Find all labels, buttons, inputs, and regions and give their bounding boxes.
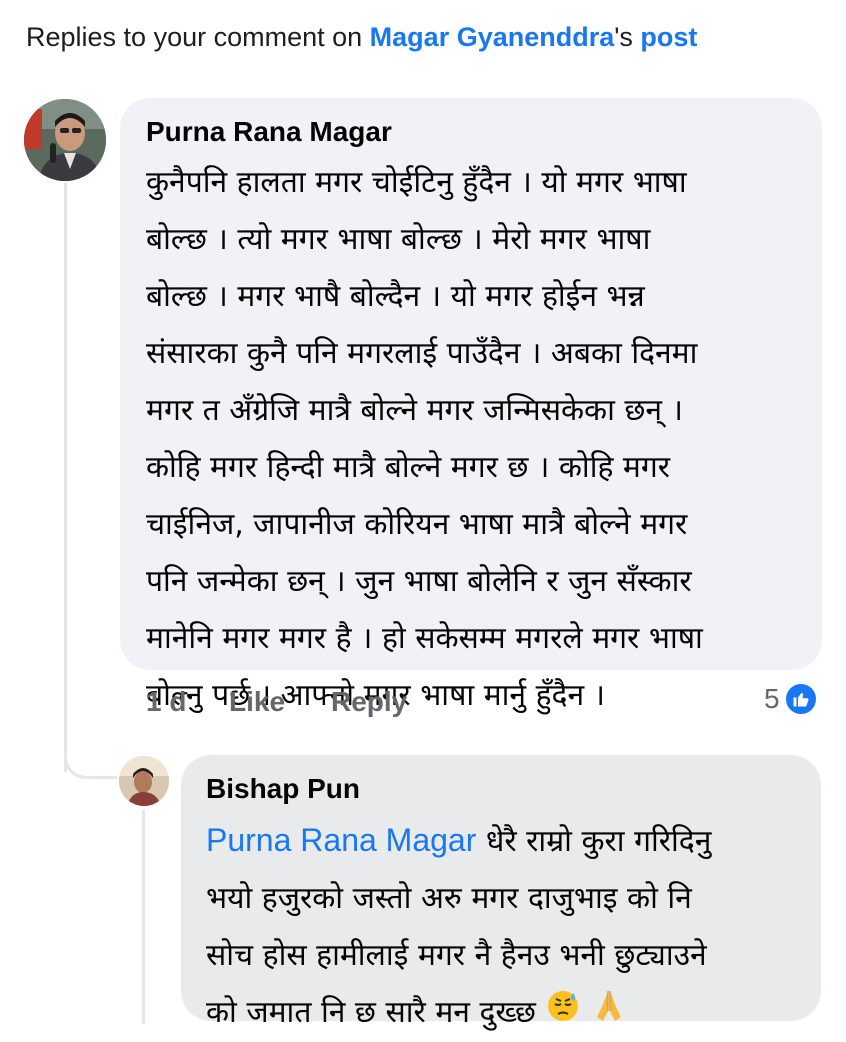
person-photo-icon <box>24 99 106 181</box>
header-possessive: 's <box>614 22 641 52</box>
thread-line <box>64 182 67 772</box>
reply-line: Purna Rana Magar धेरै राम्रो कुरा गरिदिन… <box>206 812 806 870</box>
comment-text: कुनैपनि हालता मगर चोईटिनु हुँदैन । यो मग… <box>146 154 806 724</box>
comment-line: कुनैपनि हालता मगर चोईटिनु हुँदैन । यो मग… <box>146 165 687 200</box>
folded-hands-icon <box>591 985 627 1042</box>
reply-line-text: को जमात नि छ सारै मन दुख्छ <box>206 995 536 1030</box>
comment-line: मगर त अँग्रेजि मात्रै बोल्ने मगर जन्मिसक… <box>146 393 683 428</box>
reply-line: को जमात नि छ सारै मन दुख्छ <box>206 984 806 1042</box>
comment-line: पनि जन्मेका छन् । जुन भाषा बोलेनि र जुन … <box>146 564 692 599</box>
comment-line: कोहि मगर हिन्दी मात्रै बोल्ने मगर छ । को… <box>146 450 671 485</box>
reply-button[interactable]: Reply <box>331 686 407 718</box>
mention-link[interactable]: Purna Rana Magar <box>206 822 476 858</box>
comment-line: बोल्छ । त्यो मगर भाषा बोल्छ । मेरो मगर भ… <box>146 222 651 257</box>
header-prefix: Replies to your comment on <box>26 22 370 52</box>
comment-line: संसारका कुनै पनि मगरलाई पाउँदैन । अबका द… <box>146 336 698 371</box>
reply-line-rest: धेरै राम्रो कुरा गरिदिनु <box>476 824 712 859</box>
person-photo-icon <box>119 756 169 806</box>
avatar[interactable] <box>24 99 106 181</box>
reaction-count: 5 <box>764 683 780 714</box>
comment-author[interactable]: Purna Rana Magar <box>146 116 392 148</box>
reply-author[interactable]: Bishap Pun <box>206 773 360 805</box>
like-button[interactable]: Like <box>229 686 285 718</box>
comment-line: बोल्छ । मगर भाषै बोल्दैन । यो मगर होईन भ… <box>146 279 645 314</box>
comment-timestamp[interactable]: 1 d <box>146 686 186 718</box>
notification-header: Replies to your comment on Magar Gyanend… <box>26 22 697 53</box>
reaction-summary[interactable]: 5 <box>764 682 818 716</box>
reply-thread-line <box>142 810 145 1024</box>
reply-line: भयो हजुरको जस्तो अरु मगर दाजुभाइ को नि <box>206 881 692 916</box>
downcast-sweat-face-icon <box>545 985 581 1042</box>
post-link[interactable]: post <box>640 22 697 52</box>
like-icon <box>783 682 818 716</box>
comment-line: चाईनिज, जापानीज कोरियन भाषा मात्रै बोल्न… <box>146 507 688 542</box>
thread-connector <box>64 740 117 779</box>
comment-line: मानेनि मगर मगर है । हो सकेसम्म मगरले मगर… <box>146 621 703 656</box>
reply-avatar[interactable] <box>119 756 169 806</box>
post-author-link[interactable]: Magar Gyanenddra <box>370 22 615 52</box>
reply-text: Purna Rana Magar धेरै राम्रो कुरा गरिदिन… <box>206 812 806 1042</box>
reply-line: सोच होस हामीलाई मगर नै हैनउ भनी छुट्याउन… <box>206 938 707 973</box>
